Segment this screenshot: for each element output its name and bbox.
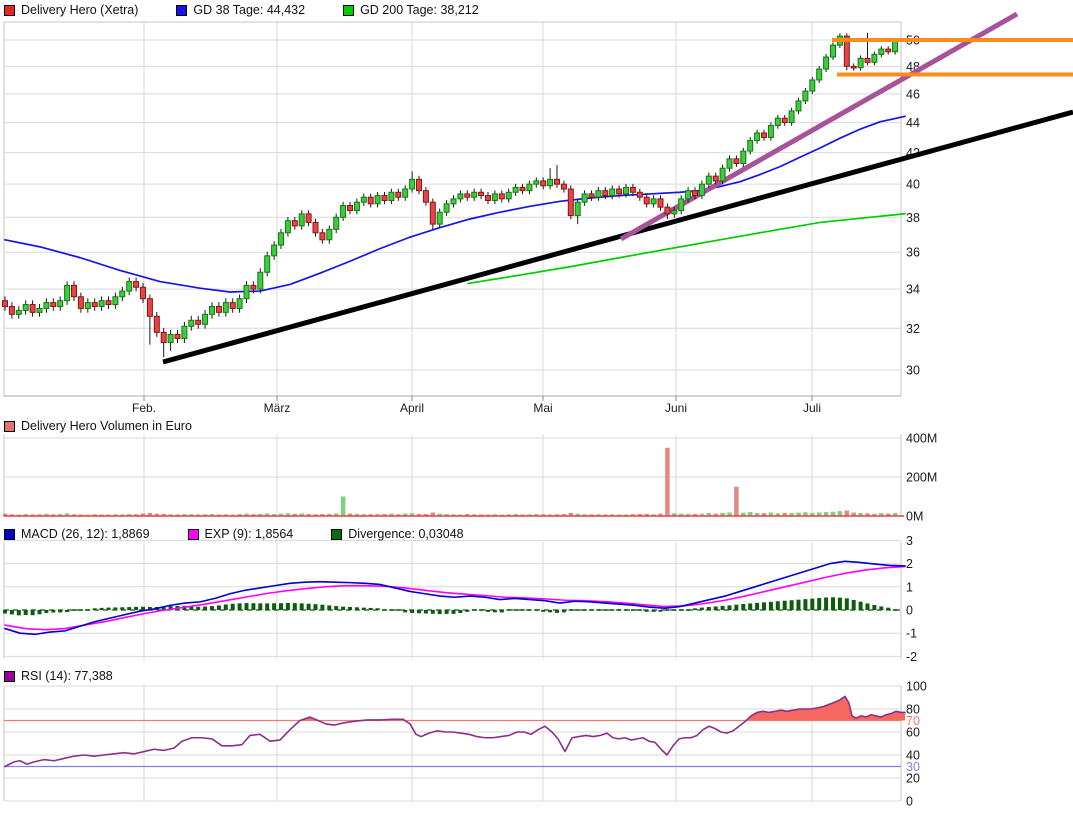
svg-text:38: 38	[906, 211, 920, 225]
chart-canvas: 3032343638404244464850Feb.MärzAprilMaiJu…	[0, 0, 1073, 814]
svg-text:36: 36	[906, 246, 920, 260]
svg-text:2: 2	[906, 557, 913, 571]
svg-text:0: 0	[906, 795, 913, 809]
svg-text:-2: -2	[906, 650, 917, 664]
rsi-swatch-icon	[4, 671, 15, 682]
svg-text:30: 30	[906, 364, 920, 378]
macd-swatch-icon	[4, 529, 15, 540]
svg-text:Juni: Juni	[665, 401, 687, 415]
rsi-legend: RSI (14): 77,388	[4, 669, 113, 683]
svg-text:100: 100	[906, 680, 927, 694]
svg-text:0: 0	[906, 604, 913, 618]
volume-label: Delivery Hero Volumen in Euro	[21, 419, 192, 433]
divergence-label: Divergence: 0,03048	[348, 527, 463, 541]
svg-text:1: 1	[906, 580, 913, 594]
legend-item-gd38: GD 38 Tage: 44,432	[176, 3, 305, 17]
svg-text:32: 32	[906, 322, 920, 336]
volume-legend: Delivery Hero Volumen in Euro	[4, 419, 192, 433]
svg-text:34: 34	[906, 283, 920, 297]
stock-chart-screen: Delivery Hero (Xetra) GD 38 Tage: 44,432…	[0, 0, 1073, 814]
gd200-label: GD 200 Tage: 38,212	[360, 3, 479, 17]
legend-item-macd: MACD (26, 12): 1,8869	[4, 527, 150, 541]
svg-text:60: 60	[906, 726, 920, 740]
main-chart-legend: Delivery Hero (Xetra) GD 38 Tage: 44,432…	[4, 3, 479, 17]
gd38-label: GD 38 Tage: 44,432	[193, 3, 305, 17]
legend-item-rsi: RSI (14): 77,388	[4, 669, 113, 683]
svg-text:400M: 400M	[906, 432, 937, 446]
svg-text:20: 20	[906, 772, 920, 786]
volume-swatch-icon	[4, 421, 15, 432]
price-series-label: Delivery Hero (Xetra)	[21, 3, 138, 17]
macd-legend: MACD (26, 12): 1,8869 EXP (9): 1,8564 Di…	[4, 527, 464, 541]
macd-label: MACD (26, 12): 1,8869	[21, 527, 150, 541]
exp-swatch-icon	[188, 529, 199, 540]
legend-item-divergence: Divergence: 0,03048	[331, 527, 463, 541]
legend-item-exp: EXP (9): 1,8564	[188, 527, 294, 541]
legend-item-volume: Delivery Hero Volumen in Euro	[4, 419, 192, 433]
svg-text:44: 44	[906, 116, 920, 130]
price-series-swatch-icon	[4, 5, 15, 16]
svg-text:April: April	[400, 401, 424, 415]
svg-text:3: 3	[906, 534, 913, 548]
svg-text:200M: 200M	[906, 471, 937, 485]
gd38-swatch-icon	[176, 5, 187, 16]
svg-text:0M: 0M	[906, 510, 923, 524]
divergence-swatch-icon	[331, 529, 342, 540]
svg-text:März: März	[264, 401, 291, 415]
svg-text:40: 40	[906, 178, 920, 192]
gd200-swatch-icon	[343, 5, 354, 16]
svg-text:46: 46	[906, 87, 920, 101]
svg-text:Juli: Juli	[803, 401, 821, 415]
svg-text:-1: -1	[906, 627, 917, 641]
svg-text:Feb.: Feb.	[132, 401, 156, 415]
svg-text:Mai: Mai	[533, 401, 552, 415]
legend-item-gd200: GD 200 Tage: 38,212	[343, 3, 479, 17]
rsi-label: RSI (14): 77,388	[21, 669, 113, 683]
legend-item-price: Delivery Hero (Xetra)	[4, 3, 138, 17]
exp-label: EXP (9): 1,8564	[205, 527, 294, 541]
